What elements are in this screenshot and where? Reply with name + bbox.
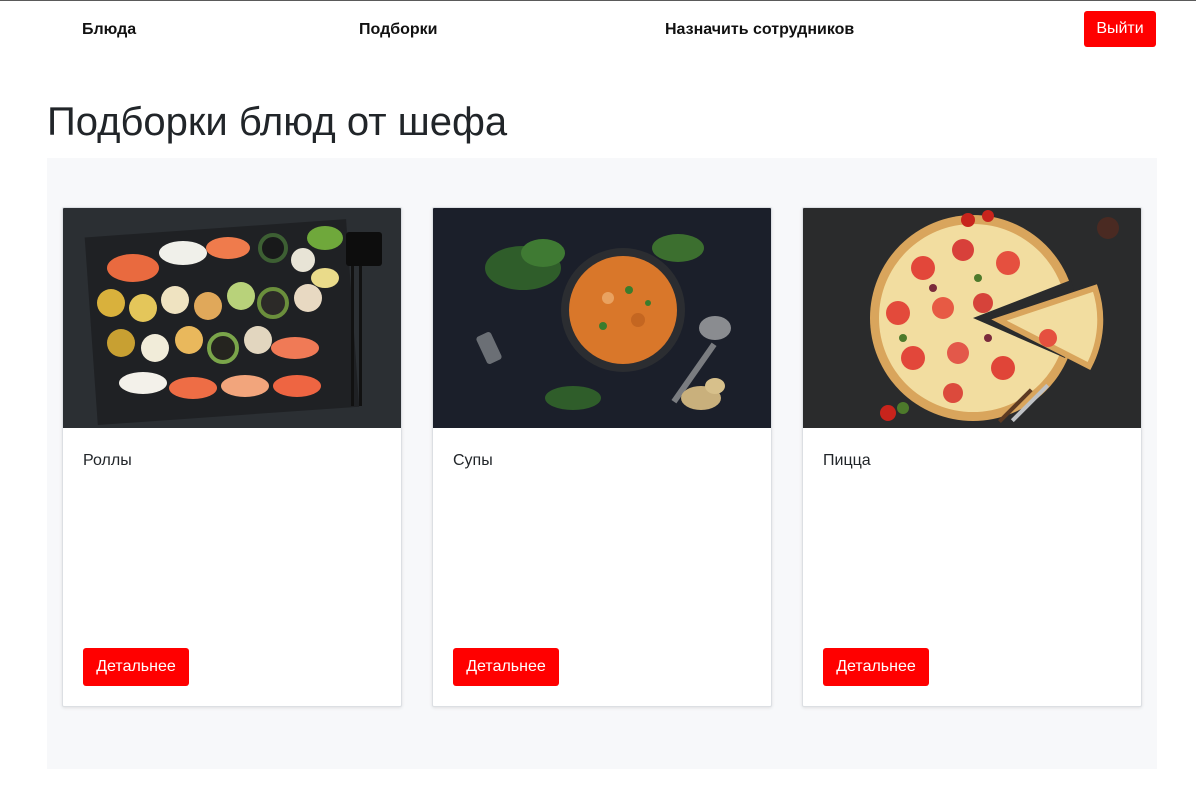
nav-link-dishes[interactable]: Блюда xyxy=(82,21,136,39)
sushi-rolls-photo[interactable] xyxy=(63,208,401,428)
card-title: Супы xyxy=(453,452,493,469)
collection-card-rolls: Роллы Детальнее xyxy=(62,207,402,707)
collection-card-pizza: Пицца Детальнее xyxy=(802,207,1142,707)
details-button[interactable]: Детальнее xyxy=(83,648,189,686)
logout-button[interactable]: Выйти xyxy=(1084,11,1156,47)
nav-link-assign-staff[interactable]: Назначить сотрудников xyxy=(665,21,854,39)
pizza-photo[interactable] xyxy=(803,208,1141,428)
page-title: Подборки блюд от шефа xyxy=(47,100,508,144)
details-button[interactable]: Детальнее xyxy=(823,648,929,686)
details-button[interactable]: Детальнее xyxy=(453,648,559,686)
top-navbar: Блюда Подборки Назначить сотрудников Вый… xyxy=(0,1,1196,59)
nav-link-collections[interactable]: Подборки xyxy=(359,21,438,39)
collections-grid: Роллы Детальнее Супы Детальнее Пицца Дет… xyxy=(47,158,1157,769)
card-title: Пицца xyxy=(823,452,871,469)
card-title: Роллы xyxy=(83,452,132,469)
soup-bowl-photo[interactable] xyxy=(433,208,771,428)
collection-card-soups: Супы Детальнее xyxy=(432,207,772,707)
